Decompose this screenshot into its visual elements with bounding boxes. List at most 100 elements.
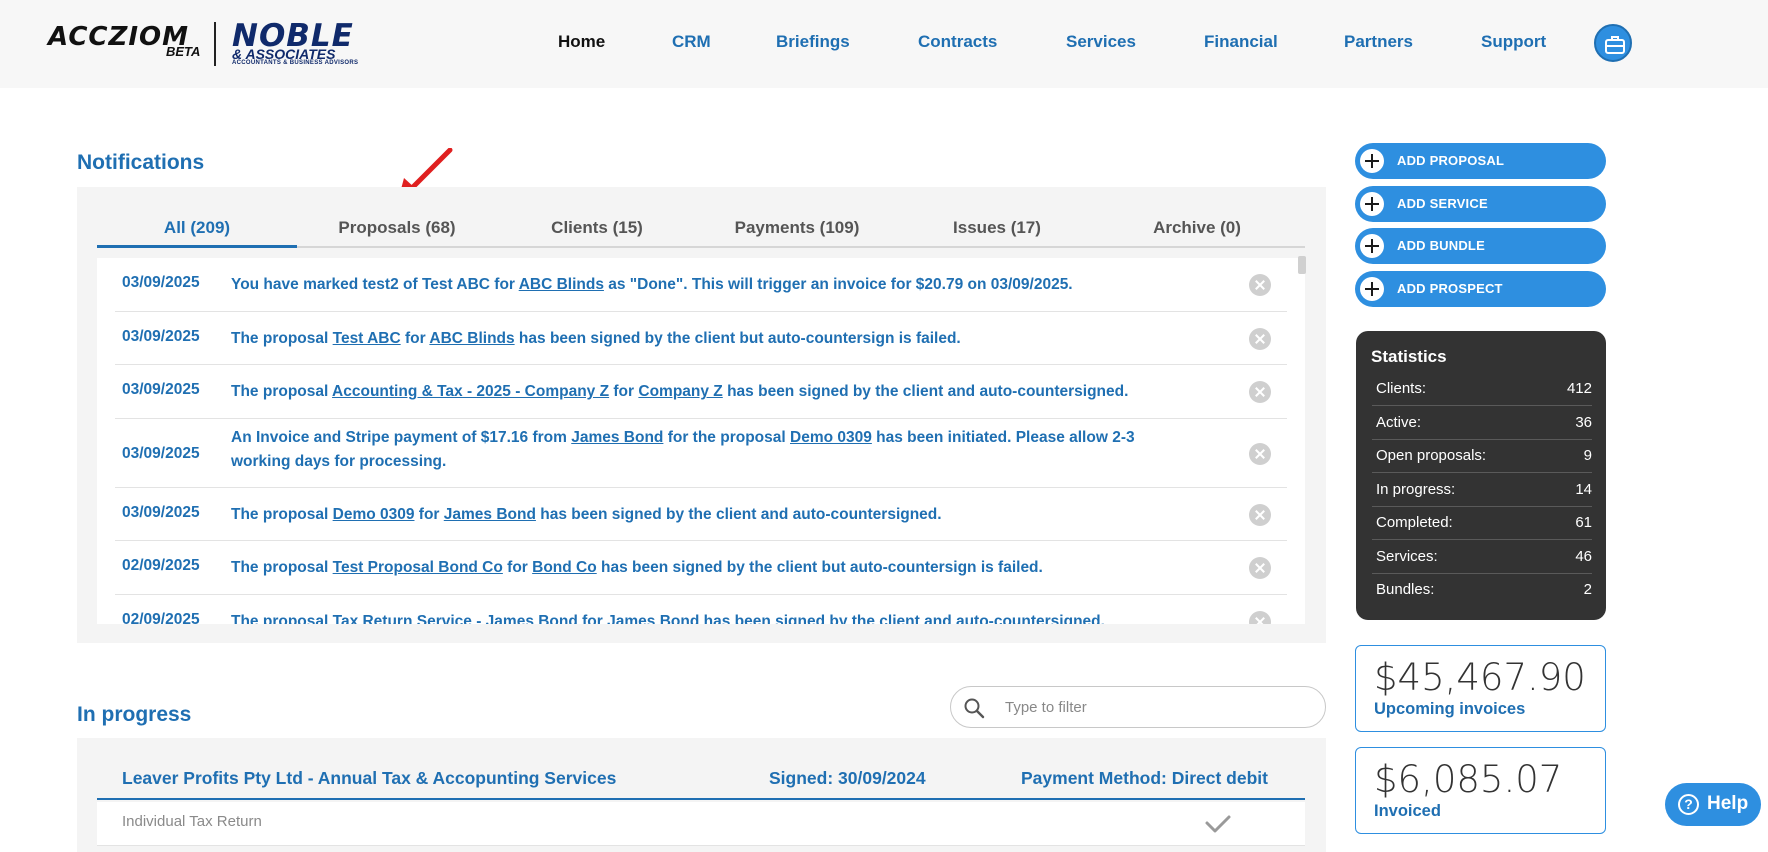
tab-payments[interactable]: Payments (109) xyxy=(697,218,897,238)
contract-payment-method: Payment Method: Direct debit xyxy=(1021,768,1268,788)
notification-text: has been signed by the client and auto-c… xyxy=(535,506,942,523)
plus-icon xyxy=(1360,277,1384,301)
notification-link[interactable]: James Bond xyxy=(444,506,536,523)
notification-text: The proposal xyxy=(231,506,333,523)
notification-text: for the proposal xyxy=(663,429,790,446)
tab-issues[interactable]: Issues (17) xyxy=(897,218,1097,238)
in-progress-contract-header[interactable]: Leaver Profits Pty Ltd - Annual Tax & Ac… xyxy=(97,758,1305,800)
stat-row-bundles: Bundles: 2 xyxy=(1376,581,1592,598)
notification-row: 03/09/2025 The proposal Demo 0309 for Jam… xyxy=(115,488,1287,541)
notification-list[interactable]: 03/09/2025 You have marked test2 of Test … xyxy=(97,258,1305,624)
contract-signed-date: Signed: 30/09/2024 xyxy=(769,768,926,788)
notification-link[interactable]: Test ABC xyxy=(333,330,401,347)
notification-date: 03/09/2025 xyxy=(122,274,200,291)
invoiced-label: Invoiced xyxy=(1374,802,1441,820)
search-icon xyxy=(964,698,985,719)
notification-row: 02/09/2025 The proposal Test Proposal Bon… xyxy=(115,541,1287,595)
notification-link[interactable]: Test Proposal Bond Co xyxy=(333,559,503,576)
stat-row-completed: Completed: 61 xyxy=(1372,506,1592,540)
upcoming-invoices-amount: $45,467.90 xyxy=(1374,656,1586,699)
logo-separator xyxy=(214,22,216,66)
notification-link[interactable]: James Bond xyxy=(571,429,663,446)
notification-message: The proposal Test ABC for ABC Blinds has… xyxy=(231,327,1191,351)
nav-support[interactable]: Support xyxy=(1481,32,1546,52)
invoiced-card[interactable]: $6,085.07 Invoiced xyxy=(1355,747,1606,834)
notification-link[interactable]: Accounting & Tax - 2025 - Company Z xyxy=(332,383,609,400)
notification-row: 03/09/2025 The proposal Accounting & Tax … xyxy=(115,365,1287,419)
notification-text: has been signed by the client and auto-c… xyxy=(722,383,1129,400)
tab-proposals[interactable]: Proposals (68) xyxy=(297,218,497,238)
notification-message: You have marked test2 of Test ABC for AB… xyxy=(231,273,1191,297)
notification-text: for xyxy=(414,506,444,523)
dismiss-icon[interactable] xyxy=(1249,381,1271,403)
filter-input[interactable] xyxy=(1005,695,1305,719)
check-icon[interactable] xyxy=(1204,814,1232,834)
notification-message: An Invoice and Stripe payment of $17.16 … xyxy=(231,426,1191,474)
nav-contracts[interactable]: Contracts xyxy=(918,32,997,52)
tab-all[interactable]: All (209) xyxy=(97,218,297,238)
upcoming-invoices-card[interactable]: $45,467.90 Upcoming invoices xyxy=(1355,645,1606,732)
tab-archive[interactable]: Archive (0) xyxy=(1097,218,1297,238)
nav-partners[interactable]: Partners xyxy=(1344,32,1413,52)
notification-text: for xyxy=(502,559,533,576)
top-header: ACCZIOM BETA NOBLE & ASSOCIATES ACCOUNTA… xyxy=(0,0,1768,88)
stat-row-active: Active: 36 xyxy=(1372,406,1592,440)
service-row: Individual Tax Return xyxy=(97,802,1305,846)
notification-list-scrollbar[interactable] xyxy=(1298,256,1306,274)
active-tab-indicator xyxy=(97,245,297,248)
stat-row-services: Services: 46 xyxy=(1372,540,1592,574)
add-proposal-button[interactable]: ADD PROPOSAL xyxy=(1355,143,1606,179)
notification-date: 03/09/2025 xyxy=(122,504,200,521)
dismiss-icon[interactable] xyxy=(1249,328,1271,350)
notification-link[interactable]: Demo 0309 xyxy=(790,429,872,446)
notification-date: 03/09/2025 xyxy=(122,328,200,345)
contract-name[interactable]: Leaver Profits Pty Ltd - Annual Tax & Ac… xyxy=(122,768,616,789)
dismiss-icon[interactable] xyxy=(1249,557,1271,579)
notification-text: as "Done". This will trigger an invoice … xyxy=(603,276,1073,293)
notification-message: The proposal Demo 0309 for James Bond ha… xyxy=(231,503,1191,527)
notification-text: has been signed by the client and auto-c… xyxy=(699,613,1105,624)
add-bundle-button[interactable]: ADD BUNDLE xyxy=(1355,228,1606,264)
notification-row: 03/09/2025 You have marked test2 of Test … xyxy=(115,258,1287,312)
service-name: Individual Tax Return xyxy=(122,813,262,830)
notification-link[interactable]: Demo 0309 xyxy=(333,506,415,523)
dismiss-icon[interactable] xyxy=(1249,504,1271,526)
nav-briefings[interactable]: Briefings xyxy=(776,32,850,52)
notification-text: The proposal xyxy=(231,330,333,347)
notification-link[interactable]: Tax Return Service - James Bond xyxy=(333,613,578,624)
plus-icon xyxy=(1360,192,1384,216)
notification-text: You have marked test2 of Test ABC for xyxy=(231,276,519,293)
stat-row-in-progress: In progress: 14 xyxy=(1372,473,1592,507)
briefcase-icon[interactable] xyxy=(1594,24,1632,62)
notification-text: An Invoice and Stripe payment of $17.16 … xyxy=(231,429,572,446)
partner-logo-tagline: ACCOUNTANTS & BUSINESS ADVISORS xyxy=(232,60,359,66)
notification-tabs: All (209) Proposals (68) Clients (15) Pa… xyxy=(97,212,1305,248)
upcoming-invoices-label: Upcoming invoices xyxy=(1374,700,1526,718)
dismiss-icon[interactable] xyxy=(1249,443,1271,465)
dismiss-icon[interactable] xyxy=(1249,611,1271,624)
add-service-button[interactable]: ADD SERVICE xyxy=(1355,186,1606,222)
help-button[interactable]: ? Help xyxy=(1665,783,1761,826)
nav-services[interactable]: Services xyxy=(1066,32,1136,52)
tab-clients[interactable]: Clients (15) xyxy=(497,218,697,238)
nav-home[interactable]: Home xyxy=(558,32,605,52)
notification-message: The proposal Test Proposal Bond Co for B… xyxy=(231,556,1191,580)
statistics-panel: Statistics Clients: 412 Active: 36 Open pr… xyxy=(1356,331,1606,620)
nav-financial[interactable]: Financial xyxy=(1204,32,1278,52)
notification-date: 03/09/2025 xyxy=(122,445,200,462)
notification-link[interactable]: Company Z xyxy=(638,383,722,400)
notification-row: 03/09/2025 An Invoice and Stripe payment … xyxy=(115,419,1287,488)
dismiss-icon[interactable] xyxy=(1249,274,1271,296)
stat-row-open-proposals: Open proposals: 9 xyxy=(1372,439,1592,473)
notification-link[interactable]: James Bond xyxy=(607,613,699,624)
brand-beta: BETA xyxy=(166,44,201,59)
nav-crm[interactable]: CRM xyxy=(672,32,711,52)
add-prospect-button[interactable]: ADD PROSPECT xyxy=(1355,271,1606,307)
notification-link[interactable]: ABC Blinds xyxy=(429,330,514,347)
notifications-title: Notifications xyxy=(77,151,205,174)
notification-link[interactable]: Bond Co xyxy=(532,559,597,576)
help-icon: ? xyxy=(1678,794,1699,815)
in-progress-title: In progress xyxy=(77,703,192,726)
notification-link[interactable]: ABC Blinds xyxy=(519,276,604,293)
plus-icon xyxy=(1360,234,1384,258)
